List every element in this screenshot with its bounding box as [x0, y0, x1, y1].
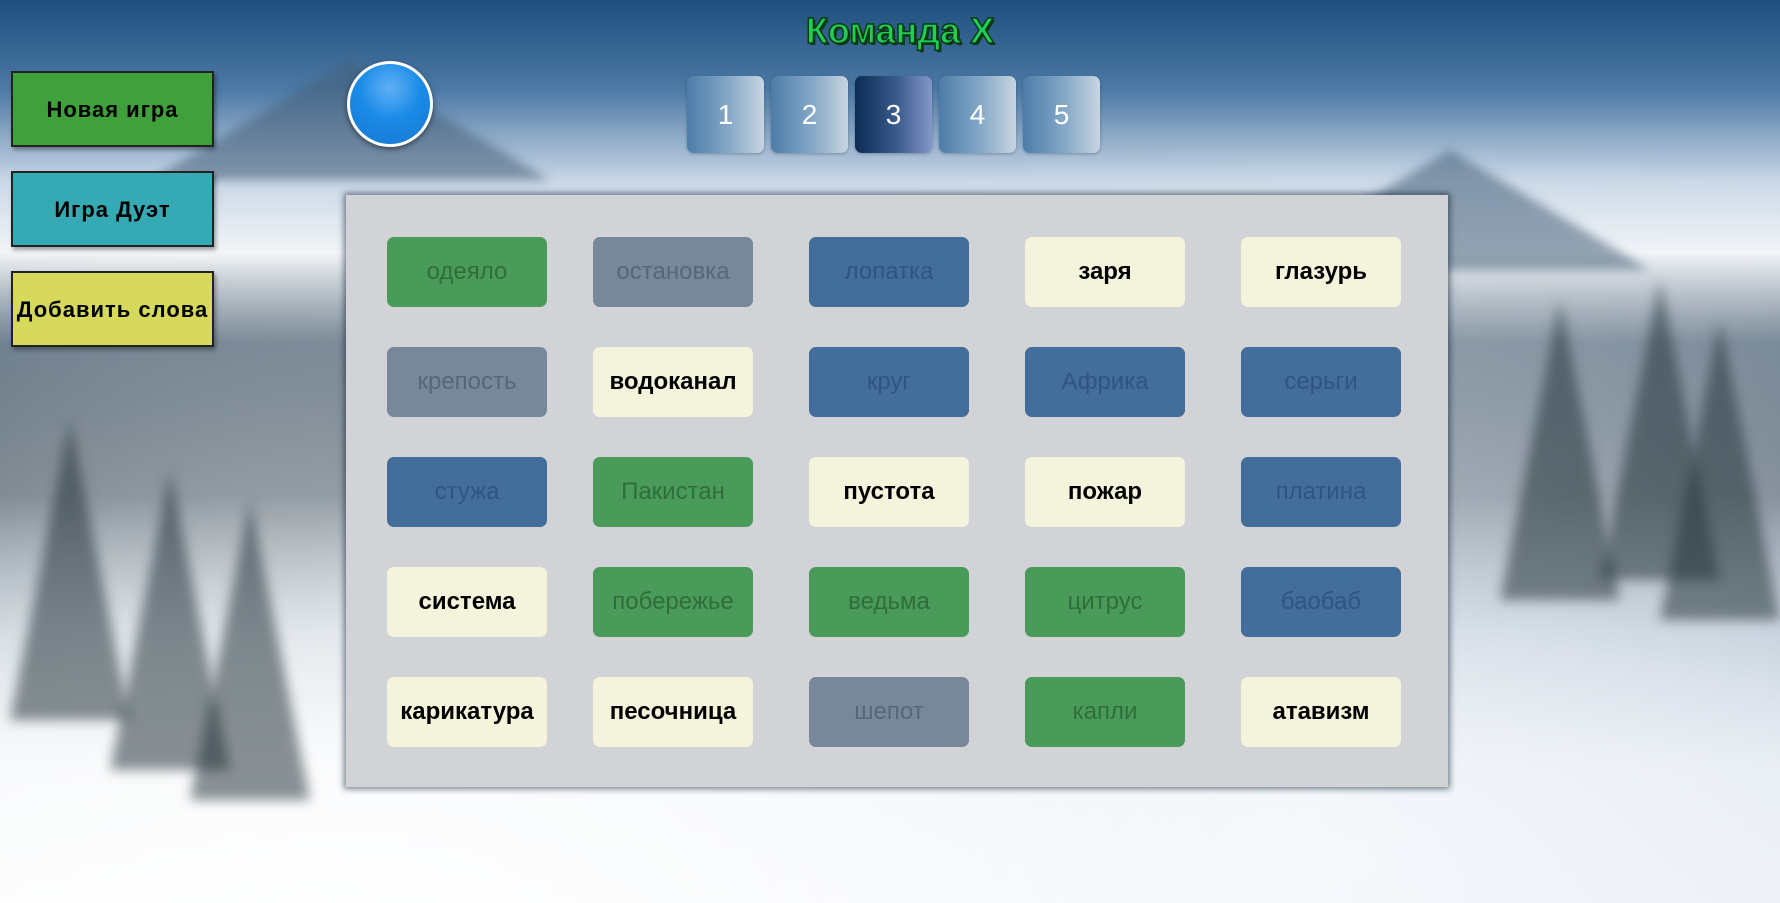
game-board: одеяло остановка лопатка заря глазурь кр…: [346, 195, 1448, 787]
word-card[interactable]: остановка: [593, 237, 753, 307]
word-card[interactable]: круг: [809, 347, 969, 417]
word-card[interactable]: система: [387, 567, 547, 637]
word-card[interactable]: Пакистан: [593, 457, 753, 527]
word-card[interactable]: атавизм: [1241, 677, 1401, 747]
add-words-button[interactable]: Добавить слова: [11, 271, 214, 347]
tab-4[interactable]: 4: [939, 76, 1016, 153]
word-card[interactable]: побережье: [593, 567, 753, 637]
word-card[interactable]: капли: [1025, 677, 1185, 747]
new-game-button[interactable]: Новая игра: [11, 71, 214, 147]
word-card[interactable]: водоканал: [593, 347, 753, 417]
word-card[interactable]: Африка: [1025, 347, 1185, 417]
tab-5[interactable]: 5: [1023, 76, 1100, 153]
board-tabs: 1 2 3 4 5: [687, 76, 1100, 153]
duet-game-button[interactable]: Игра Дуэт: [11, 171, 214, 247]
word-card[interactable]: ведьма: [809, 567, 969, 637]
tree-shape: [190, 500, 310, 800]
word-card[interactable]: платина: [1241, 457, 1401, 527]
word-card[interactable]: серьги: [1241, 347, 1401, 417]
word-card[interactable]: цитрус: [1025, 567, 1185, 637]
tab-2[interactable]: 2: [771, 76, 848, 153]
word-card[interactable]: пустота: [809, 457, 969, 527]
word-card[interactable]: шепот: [809, 677, 969, 747]
word-card[interactable]: пожар: [1025, 457, 1185, 527]
turn-indicator-button[interactable]: [347, 61, 433, 147]
word-card[interactable]: песочница: [593, 677, 753, 747]
word-card[interactable]: заря: [1025, 237, 1185, 307]
word-card[interactable]: крепость: [387, 347, 547, 417]
word-card[interactable]: одеяло: [387, 237, 547, 307]
word-card[interactable]: лопатка: [809, 237, 969, 307]
word-card[interactable]: глазурь: [1241, 237, 1401, 307]
team-title: Команда X: [805, 9, 995, 52]
tree-shape: [1660, 320, 1780, 620]
tab-1[interactable]: 1: [687, 76, 764, 153]
word-card[interactable]: баобаб: [1241, 567, 1401, 637]
word-card[interactable]: карикатура: [387, 677, 547, 747]
tab-3[interactable]: 3: [855, 76, 932, 153]
word-card[interactable]: стужа: [387, 457, 547, 527]
